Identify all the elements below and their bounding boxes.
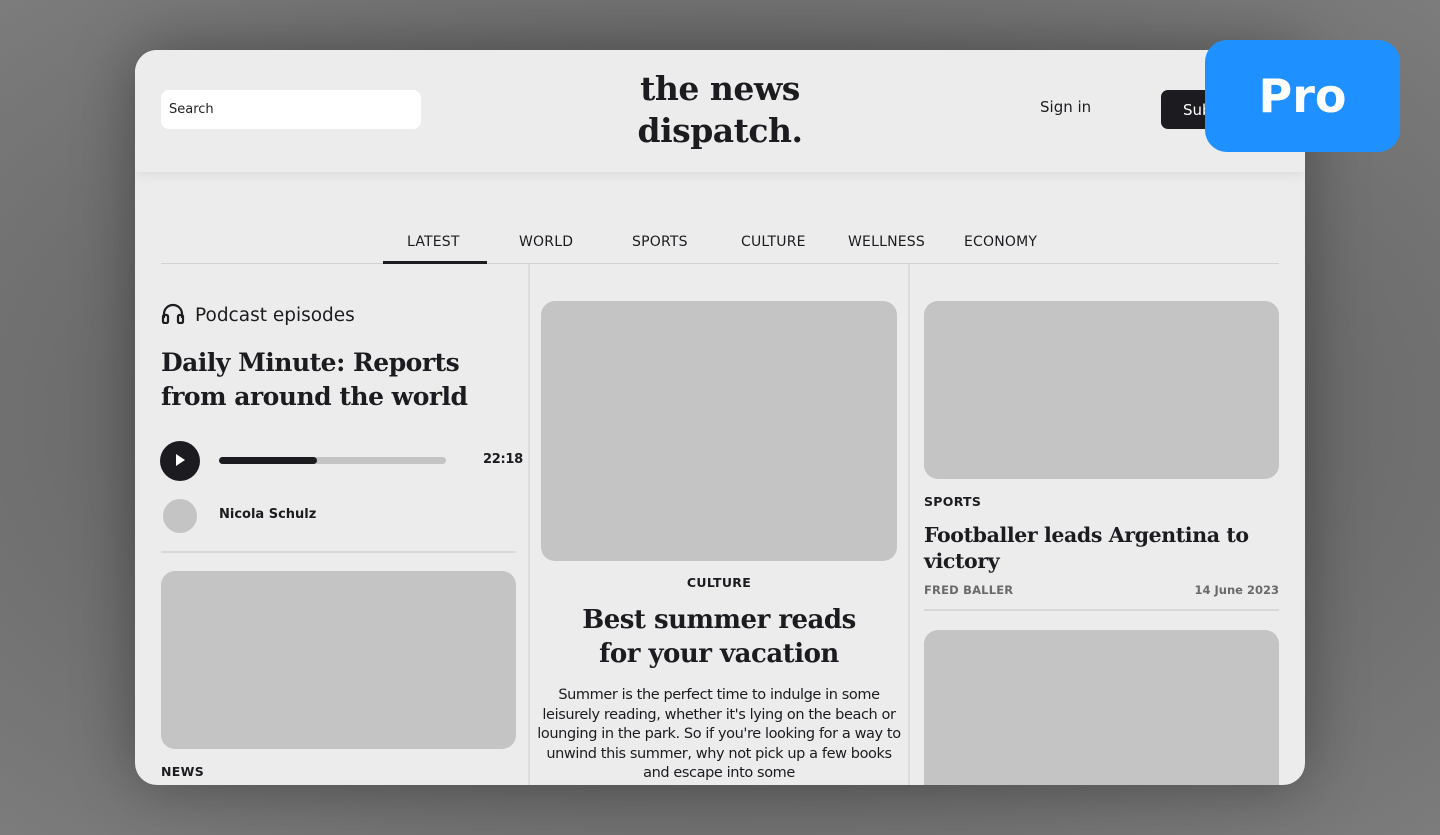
podcast-author[interactable]: Nicola Schulz <box>219 507 316 522</box>
tab-culture[interactable]: CULTURE <box>741 234 806 250</box>
sign-in-button[interactable]: Sign in <box>1040 98 1091 116</box>
divider <box>924 609 1279 611</box>
tab-wellness[interactable]: WELLNESS <box>848 234 925 250</box>
play-icon <box>174 453 186 470</box>
featured-title[interactable]: Best summer reads for your vacation <box>541 603 897 671</box>
pro-badge: Pro <box>1205 40 1400 152</box>
featured-excerpt: Summer is the perfect time to indulge in… <box>537 687 901 781</box>
tab-economy[interactable]: ECONOMY <box>964 234 1037 250</box>
tab-world[interactable]: WORLD <box>519 234 573 250</box>
news-site-window: the news dispatch. Sign in Subscribe LAT… <box>135 50 1305 785</box>
article-title[interactable]: Footballer leads Argentina to victory <box>924 522 1279 574</box>
logo-line-2: dispatch. <box>637 111 803 150</box>
column-divider <box>528 264 530 785</box>
author-avatar <box>163 499 197 533</box>
podcast-duration: 22:18 <box>483 452 523 467</box>
article-image-placeholder[interactable] <box>924 630 1279 785</box>
tab-latest[interactable]: LATEST <box>407 234 460 250</box>
article-category: SPORTS <box>924 494 982 509</box>
podcast-progress-bar[interactable] <box>219 457 446 464</box>
podcast-section-header: Podcast episodes <box>161 302 355 328</box>
column-divider <box>908 264 910 785</box>
article-category: NEWS <box>161 764 204 779</box>
tab-sports[interactable]: SPORTS <box>632 234 688 250</box>
logo-line-1: the news <box>640 69 800 108</box>
featured-title-line-2: for your vacation <box>599 639 839 669</box>
article-date: 14 June 2023 <box>1194 583 1279 597</box>
podcast-title[interactable]: Daily Minute: Reports from around the wo… <box>161 346 501 414</box>
article-image-placeholder[interactable] <box>161 571 516 749</box>
article-author[interactable]: FRED BALLER <box>924 583 1013 597</box>
active-tab-indicator <box>383 261 487 264</box>
article-image-placeholder[interactable] <box>924 301 1279 479</box>
featured-title-line-1: Best summer reads <box>582 605 856 635</box>
progress-fill <box>219 457 317 464</box>
featured-image-placeholder[interactable] <box>541 301 897 561</box>
site-logo[interactable]: the news dispatch. <box>135 68 1305 152</box>
play-button[interactable] <box>160 441 200 481</box>
category-nav: LATEST WORLD SPORTS CULTURE WELLNESS ECO… <box>161 218 1279 264</box>
divider <box>161 551 516 553</box>
podcast-section-label: Podcast episodes <box>195 304 355 326</box>
headphones-icon <box>161 302 185 328</box>
featured-category: CULTURE <box>686 575 752 590</box>
site-header: the news dispatch. Sign in Subscribe <box>135 50 1305 172</box>
